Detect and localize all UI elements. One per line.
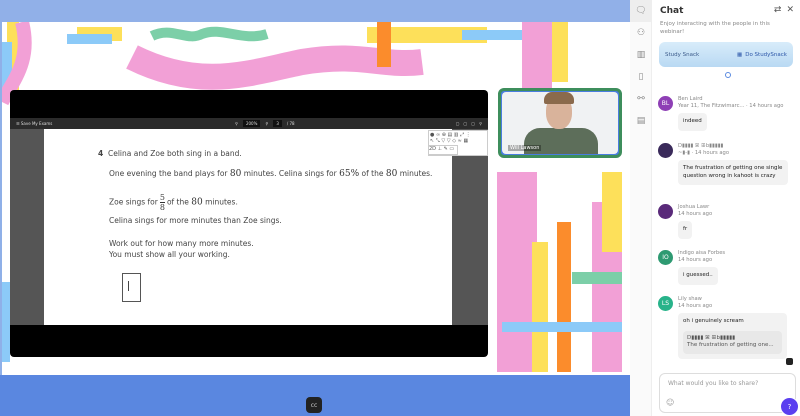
chat-icon[interactable]: 🗨 [630, 0, 652, 22]
sender-name: Lily shaw [678, 296, 702, 302]
chat-title: Chat [660, 6, 684, 16]
sender-name: Ben Laird [678, 96, 703, 102]
text: of the [166, 197, 189, 207]
sender-name: Joshua Lawr [678, 204, 710, 210]
close-icon[interactable]: ✕ [786, 5, 794, 15]
notes-icon[interactable]: ▤ [630, 110, 652, 132]
annotation-toolbar-2[interactable]: 2D ⊥ ✎ ▭ [428, 145, 458, 155]
message-text: fr [678, 221, 693, 239]
message-meta: 14 hours ago [678, 211, 713, 217]
input-placeholder: What would you like to share? [668, 380, 759, 387]
value: 80 [229, 169, 242, 179]
chat-panel: 🗨 ⚇ ▥ ▯ ⚯ ▤ Chat ⇄ ✕ Enjoy interacting wi… [630, 0, 800, 416]
text: One evening the band plays for [109, 169, 228, 178]
people-icon[interactable]: ⚇ [630, 22, 652, 44]
text: minutes. [399, 169, 433, 178]
message-text: The frustration of getting one single qu… [678, 160, 788, 185]
quote-sender: D▮▮▮▮ ꕤ ꕥb▮▮▮▮▮ [687, 334, 736, 341]
settings-icon[interactable]: ⇄ [774, 5, 782, 15]
avatar [658, 143, 673, 158]
text: Zoe sings for [109, 197, 158, 207]
side-rail: 🗨 ⚇ ▥ ▯ ⚯ ▤ [630, 0, 652, 416]
message-meta: 14 hours ago [678, 303, 713, 309]
text: minutes. [205, 197, 238, 207]
pdf-toolbar: ☰ Save My Exams ⚲ 200% ⚲ 3/ 78 ▢ ▢ ▢ ⚲ [10, 118, 488, 129]
snack-label: Study Snack [665, 51, 700, 58]
top-band [0, 0, 630, 22]
value: 80 [385, 169, 398, 179]
help-button[interactable]: ? [780, 397, 799, 416]
zoom-select[interactable]: 200% [242, 120, 261, 127]
numerator: 5 [159, 193, 165, 203]
avatar [658, 204, 673, 219]
captions-button[interactable]: cc [306, 397, 322, 413]
pagination-dot[interactable] [725, 72, 731, 78]
page-total: / 78 [286, 121, 295, 126]
zoom-in-icon[interactable]: ⚲ [265, 121, 268, 126]
pdf-margin-right [452, 129, 488, 325]
text: minutes. Celina sings for [243, 169, 337, 178]
text: of the [361, 169, 384, 178]
message-meta: Year 11, The Fitzwimarc... · 14 hours ag… [678, 103, 784, 109]
poll-icon[interactable]: ▥ [630, 44, 652, 66]
message-text: oh i genuinely scream [683, 318, 744, 324]
chat-subtitle: Enjoy interacting with the people in thi… [660, 21, 770, 35]
quoted-message[interactable]: D▮▮▮▮ ꕤ ꕥb▮▮▮▮▮ The frustration of gettin… [683, 330, 782, 354]
quote-text: The frustration of getting one... [687, 342, 774, 348]
text: Work out for how many more minutes. [109, 239, 254, 248]
sender-name: D▮▮▮▮ ꕤ ꕥb▮▮▮▮▮ [678, 143, 724, 149]
text: You must show all your working. [109, 250, 230, 259]
zoom-out-icon[interactable]: ⚲ [235, 121, 238, 126]
text: Celina sings for more minutes than Zoe s… [109, 216, 282, 225]
message-text: i guessed.. [678, 267, 718, 285]
message-meta: ~▮-▮ · 14 hours ago [678, 150, 730, 156]
question-number: 4 [98, 149, 104, 158]
message-text: indeed [678, 113, 707, 131]
person-hair [544, 92, 574, 104]
files-icon[interactable]: ▯ [630, 66, 652, 88]
link-icon[interactable]: ⚯ [630, 88, 652, 110]
question-line: Celina and Zoe both sing in a band. [108, 149, 242, 158]
answer-box[interactable] [122, 273, 141, 302]
pdf-page: 4 Celina and Zoe both sing in a band. On… [44, 129, 452, 325]
value: 80 [191, 197, 203, 208]
chat-input[interactable]: What would you like to share?☺➤ [659, 373, 796, 413]
sender-name: Indigo aisa Forbes [678, 250, 726, 256]
page-input[interactable]: 3 [273, 120, 282, 127]
value: 65% [339, 169, 360, 179]
avatar: IO [658, 250, 673, 265]
pdf-margin-left [10, 129, 44, 325]
study-snack-banner: Study Snack ▦ Do StudySnack [659, 42, 793, 67]
snack-button-label: Do StudySnack [745, 51, 787, 58]
do-studysnack-button[interactable]: ▦ Do StudySnack [737, 52, 787, 58]
avatar: BL [658, 96, 673, 111]
rotate-icon[interactable]: ▢ [456, 121, 460, 126]
react-icon[interactable] [786, 358, 793, 365]
emoji-icon[interactable]: ☺ [666, 398, 674, 407]
message-meta: 14 hours ago [678, 257, 713, 263]
print-icon[interactable]: ▢ [464, 121, 468, 126]
avatar: LS [658, 296, 673, 311]
download-icon[interactable]: ▢ [471, 121, 475, 126]
fraction: 58 [159, 193, 165, 212]
denominator: 8 [159, 203, 165, 212]
pdf-title: Save My Exams [20, 121, 53, 126]
webcam-tile: Will Lawson [498, 88, 622, 158]
search-icon[interactable]: ⚲ [479, 121, 482, 126]
webcam-name: Will Lawson [508, 145, 542, 151]
calendar-icon: ▦ [737, 51, 743, 58]
